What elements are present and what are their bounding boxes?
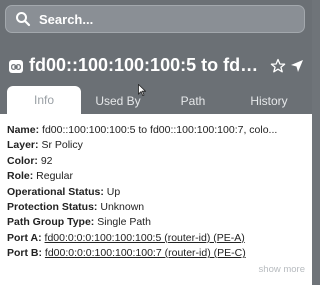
show-more-link[interactable]: show more <box>259 264 305 275</box>
tab-history[interactable]: History <box>236 88 302 114</box>
detail-label: Name: <box>7 124 40 136</box>
detail-value: Up <box>106 185 121 198</box>
detail-label: Protection Status: <box>7 200 98 213</box>
detail-value: Unknown <box>100 200 145 213</box>
star-icon[interactable] <box>270 58 286 74</box>
detail-value: Sr Policy <box>41 139 83 152</box>
detail-panel: fd00::100:100:100:5 to fd00::100:100:100… <box>0 0 312 285</box>
port-b-link[interactable]: fd00:0:0:0:100:100:100:7 (router-id) (PE… <box>45 247 246 259</box>
detail-row-name: Name: fd00::100:100:100:5 to fd00::100:1… <box>7 123 307 138</box>
search-input[interactable] <box>37 10 281 28</box>
detail-row-port-a: Port A: fd00:0:0:0:100:100:100:5 (router… <box>7 231 307 246</box>
port-a-link[interactable]: fd00:0:0:0:100:100:100:5 (router-id) (PE… <box>45 232 245 244</box>
detail-value: Single Path <box>97 216 151 229</box>
search-box[interactable] <box>5 5 305 33</box>
detail-label: Operational Status: <box>7 185 104 198</box>
detail-row-port-b: Port B: fd00:0:0:0:100:100:100:7 (router… <box>7 246 307 261</box>
detail-value: Regular <box>36 170 73 183</box>
detail-label: Layer: <box>7 139 39 152</box>
detail-value: fd00::100:100:100:5 to fd00::100:100:100… <box>42 124 278 136</box>
locate-icon[interactable] <box>289 58 305 74</box>
tab-info[interactable]: Info <box>7 86 81 114</box>
detail-row-role: Role: Regular <box>7 169 307 184</box>
detail-value: 92 <box>40 154 53 167</box>
search-icon <box>16 12 31 27</box>
info-details: Name: fd00::100:100:100:5 to fd00::100:1… <box>0 114 312 285</box>
tab-path[interactable]: Path <box>160 88 226 114</box>
detail-label: Port B: <box>7 247 42 260</box>
link-icon <box>9 60 23 73</box>
detail-row-protection-status: Protection Status: Unknown <box>7 200 307 215</box>
detail-row-path-group-type: Path Group Type: Single Path <box>7 215 307 230</box>
detail-label: Path Group Type: <box>7 216 95 229</box>
tab-used-by[interactable]: Used By <box>85 88 151 114</box>
tab-bar: Info Used By Path History <box>0 86 312 114</box>
detail-label: Color: <box>7 154 38 167</box>
detail-row-layer: Layer: Sr Policy <box>7 138 307 153</box>
detail-label: Role: <box>7 170 34 183</box>
detail-label: Port A: <box>7 231 42 244</box>
page-title: fd00::100:100:100:5 to fd00::100:100:100… <box>29 55 265 75</box>
detail-row-color: Color: 92 <box>7 154 307 169</box>
title-row: fd00::100:100:100:5 to fd00::100:100:100… <box>0 52 312 84</box>
detail-row-operational-status: Operational Status: Up <box>7 185 307 200</box>
